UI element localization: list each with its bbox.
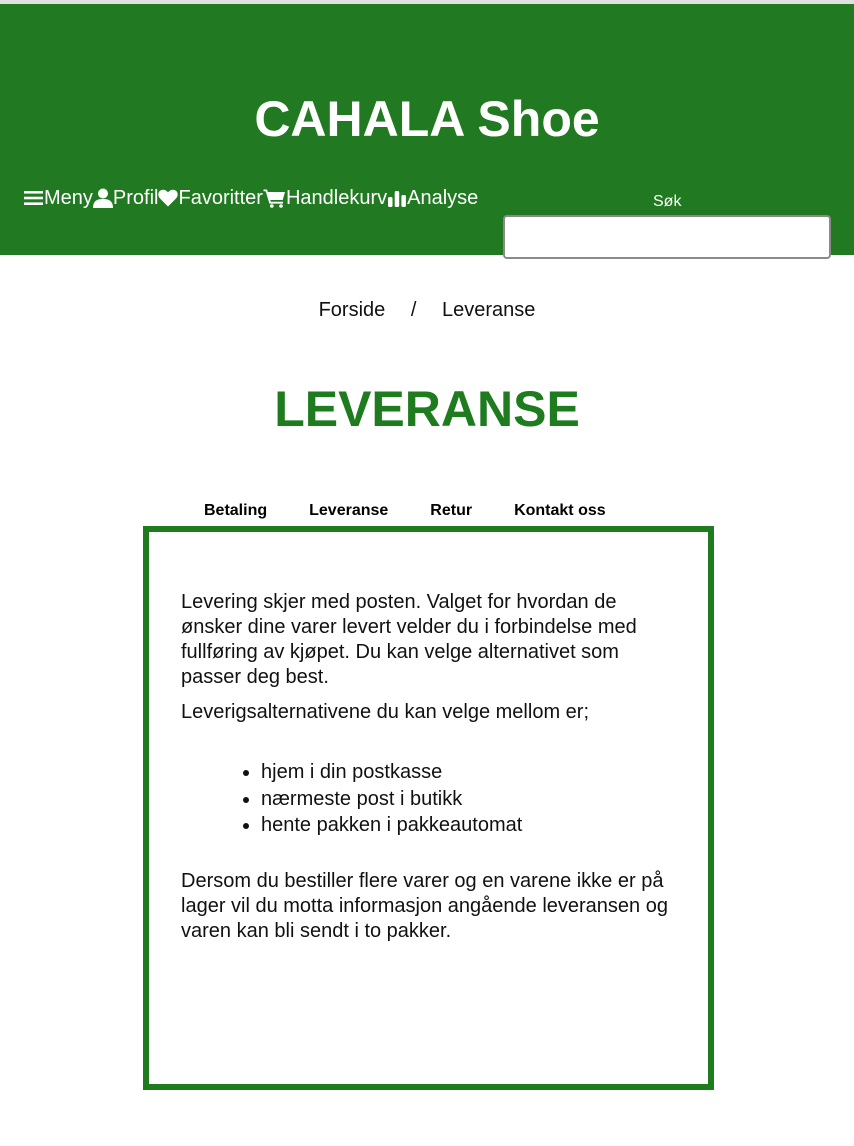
tab-returns[interactable]: Retur	[430, 502, 472, 520]
delivery-content-panel: Levering skjer med posten. Valget for hv…	[143, 526, 714, 1090]
tab-payment[interactable]: Betaling	[204, 502, 267, 520]
tab-delivery[interactable]: Leveranse	[309, 502, 388, 520]
delivery-alternatives-intro: Leverigsalternativene du kan velge mello…	[181, 701, 589, 723]
breadcrumb: Forside / Leveranse	[0, 299, 854, 322]
nav-label: Profil	[112, 187, 159, 209]
menu-icon	[24, 188, 44, 208]
tab-contact[interactable]: Kontakt oss	[514, 502, 606, 520]
list-item: nærmeste post i butikk	[261, 786, 681, 813]
nav-item-analytics[interactable]: Analyse	[387, 184, 478, 212]
search-label: Søk	[653, 193, 682, 210]
delivery-content: Levering skjer med posten. Valget for hv…	[181, 590, 681, 944]
nav-item-menu[interactable]: Meny	[24, 184, 93, 212]
list-item: hente pakken i pakkeautomat	[261, 812, 681, 839]
nav-label: Analyse	[407, 187, 479, 209]
nav-item-cart[interactable]: Handlekurv	[263, 184, 387, 212]
bar-chart-icon	[387, 188, 407, 208]
nav-item-profile[interactable]: Profil	[92, 184, 159, 212]
page-title: LEVERANSE	[274, 381, 580, 437]
delivery-options-list: hjem i din postkasse nærmeste post i but…	[181, 759, 681, 839]
info-tabs: Betaling Leveranse Retur Kontakt oss	[204, 502, 606, 520]
breadcrumb-home-link[interactable]: Forside	[319, 299, 386, 321]
search-input[interactable]	[503, 215, 831, 259]
heart-icon	[158, 188, 179, 208]
site-header: CAHALA Shoe Meny Profil Favoritter Handl…	[0, 4, 854, 259]
breadcrumb-separator: /	[410, 299, 417, 321]
delivery-note-text: Dersom du bestiller flere varer og en va…	[181, 869, 668, 942]
user-icon	[92, 188, 113, 208]
delivery-intro-text: Levering skjer med posten. Valget for hv…	[181, 591, 637, 688]
nav-label: Meny	[44, 187, 93, 209]
main-nav: Meny Profil Favoritter Handlekurv Analys…	[24, 184, 478, 212]
cart-icon	[263, 188, 286, 208]
nav-item-favorites[interactable]: Favoritter	[158, 184, 263, 212]
nav-label: Favoritter	[178, 187, 263, 209]
list-item: hjem i din postkasse	[261, 759, 681, 786]
nav-label: Handlekurv	[285, 187, 388, 209]
breadcrumb-current-link[interactable]: Leveranse	[442, 299, 535, 321]
site-title: CAHALA Shoe	[254, 91, 600, 147]
